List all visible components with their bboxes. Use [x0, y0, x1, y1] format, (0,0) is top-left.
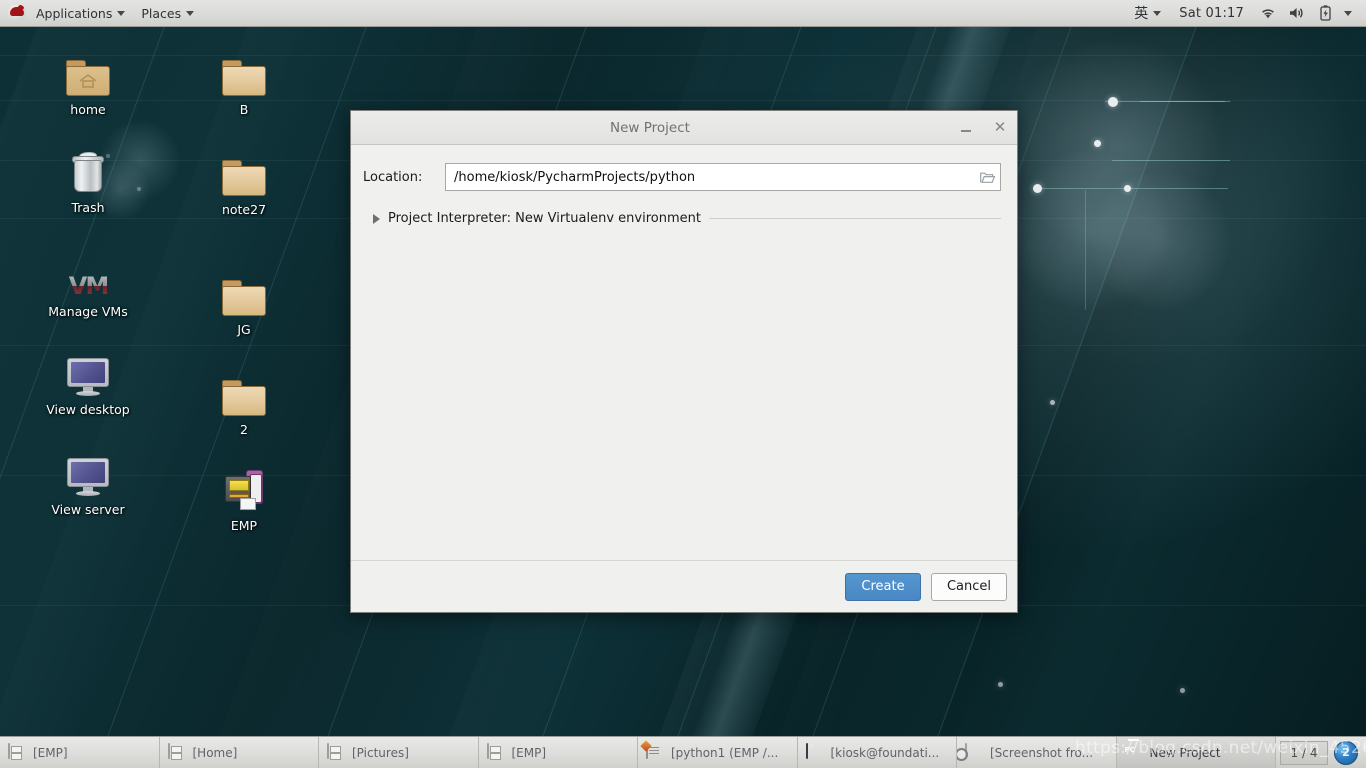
ime-language-label: 英: [1134, 6, 1149, 22]
menu-applications[interactable]: Applications: [28, 0, 133, 26]
battery-icon[interactable]: [1312, 5, 1338, 21]
file-cabinet-icon: [8, 742, 26, 762]
vmware-icon: VM: [68, 272, 109, 300]
menu-places[interactable]: Places: [133, 0, 202, 26]
menu-applications-label: Applications: [36, 5, 113, 21]
desktop-icon-jg[interactable]: JG: [196, 268, 292, 337]
desktop-icon-label: Manage VMs: [48, 304, 128, 319]
location-row: Location: /home/kiosk/PycharmProjects/py…: [363, 163, 1001, 191]
folder-icon: [222, 268, 266, 316]
taskbar-item[interactable]: [python1 (EMP /...: [638, 737, 798, 768]
desktop-icon-label: JG: [237, 322, 251, 337]
taskbar-item[interactable]: [Pictures]: [319, 737, 479, 768]
wifi-icon[interactable]: [1254, 6, 1282, 20]
workspace-switcher[interactable]: 1 / 4 2: [1276, 737, 1366, 768]
monitor-icon: [66, 348, 110, 396]
location-input-wrapper[interactable]: /home/kiosk/PycharmProjects/python: [445, 163, 1001, 191]
workspace-indicator[interactable]: 1 / 4: [1280, 740, 1328, 765]
menu-places-label: Places: [141, 5, 182, 21]
desktop-icon-note27[interactable]: note27: [196, 148, 292, 217]
desktop-icon-label: home: [70, 102, 106, 117]
minimize-icon[interactable]: [949, 111, 983, 144]
dialog-footer: Create Cancel: [351, 560, 1017, 612]
taskbar: [EMP] [Home] [Pictures] [EMP] [python1 (…: [0, 736, 1366, 768]
terminal-icon: [805, 742, 824, 762]
dialog-body: Location: /home/kiosk/PycharmProjects/py…: [351, 145, 1017, 560]
dialog-title: New Project: [610, 119, 690, 136]
taskbar-item-label: New Project: [1149, 745, 1221, 760]
create-button[interactable]: Create: [845, 572, 921, 601]
device-archive-icon: [225, 464, 263, 512]
folder-icon: [222, 48, 266, 96]
taskbar-item-label: [EMP]: [33, 745, 68, 760]
taskbar-item-label: [kiosk@foundati...: [830, 745, 940, 760]
file-cabinet-icon: [327, 742, 345, 762]
folder-open-icon[interactable]: [974, 164, 1000, 190]
trash-icon: [71, 146, 105, 194]
desktop-icon-label: View server: [51, 502, 125, 517]
desktop-icon-label: Trash: [71, 200, 105, 215]
desktop-icon-view-desktop[interactable]: View desktop: [40, 348, 136, 417]
close-icon[interactable]: ✕: [983, 111, 1017, 144]
triangle-right-icon[interactable]: [373, 213, 380, 224]
desktop-icon-trash[interactable]: Trash: [40, 146, 136, 215]
folder-icon: [222, 368, 266, 416]
cancel-button[interactable]: Cancel: [931, 572, 1007, 601]
project-interpreter-label: Project Interpreter: New Virtualenv envi…: [388, 211, 701, 226]
desktop-icon-manage-vms[interactable]: VM Manage VMs: [40, 250, 136, 319]
desktop-icon-label: EMP: [230, 518, 258, 533]
project-interpreter-section[interactable]: Project Interpreter: New Virtualenv envi…: [363, 211, 1001, 226]
screenshot-icon: [965, 742, 983, 762]
taskbar-item[interactable]: [EMP]: [0, 737, 160, 768]
location-input[interactable]: /home/kiosk/PycharmProjects/python: [446, 170, 974, 185]
file-cabinet-icon: [486, 742, 505, 762]
volume-icon[interactable]: [1282, 6, 1312, 20]
redhat-logo-icon: [8, 4, 26, 22]
folder-icon: [222, 148, 266, 196]
taskbar-item-label: [Screenshot fro...: [990, 745, 1094, 760]
taskbar-item-label: [EMP]: [511, 745, 547, 760]
desktop-icon-label: 2: [240, 422, 248, 437]
chevron-down-icon: [1153, 10, 1162, 16]
taskbar-item[interactable]: [Home]: [159, 737, 319, 768]
desktop-icon-2[interactable]: 2: [196, 368, 292, 437]
taskbar-item-label: [python1 (EMP /...: [671, 745, 779, 760]
workspace-round-icon[interactable]: 2: [1334, 740, 1358, 765]
clock[interactable]: Sat 01:17: [1169, 6, 1254, 21]
location-label: Location:: [363, 169, 423, 185]
pycharm-icon: PC: [1125, 738, 1143, 762]
desktop-icon-emp[interactable]: EMP: [196, 464, 292, 533]
desktop-icon-home[interactable]: home: [40, 48, 136, 117]
chevron-down-icon[interactable]: [1338, 10, 1358, 16]
top-panel: Applications Places 英 Sat 01:17: [0, 0, 1366, 27]
chevron-down-icon: [186, 10, 195, 16]
desktop-icon-label: View desktop: [46, 402, 130, 417]
file-cabinet-icon: [167, 742, 186, 762]
section-divider: [708, 218, 1001, 219]
taskbar-item[interactable]: [EMP]: [478, 737, 638, 768]
desktop-icon-label: B: [239, 102, 249, 117]
desktop-icon-label: note27: [221, 202, 267, 217]
taskbar-item[interactable]: [kiosk@foundati...: [797, 737, 957, 768]
dialog-titlebar[interactable]: New Project ✕: [351, 111, 1017, 145]
input-method-indicator[interactable]: 英: [1126, 0, 1169, 26]
desktop-icon-b[interactable]: B: [196, 48, 292, 117]
taskbar-item-label: [Home]: [192, 745, 238, 760]
new-project-dialog: New Project ✕ Location: /home/kiosk/Pych…: [350, 110, 1018, 613]
taskbar-item[interactable]: [Screenshot fro...: [957, 737, 1117, 768]
text-editor-icon: [646, 742, 664, 762]
taskbar-item-new-project[interactable]: PC New Project: [1116, 737, 1276, 768]
chevron-down-icon: [117, 10, 126, 16]
desktop-icon-view-server[interactable]: View server: [40, 448, 136, 517]
monitor-icon: [66, 448, 110, 496]
home-folder-icon: [66, 48, 110, 96]
house-glyph-icon: [79, 74, 97, 88]
taskbar-item-label: [Pictures]: [352, 745, 409, 760]
